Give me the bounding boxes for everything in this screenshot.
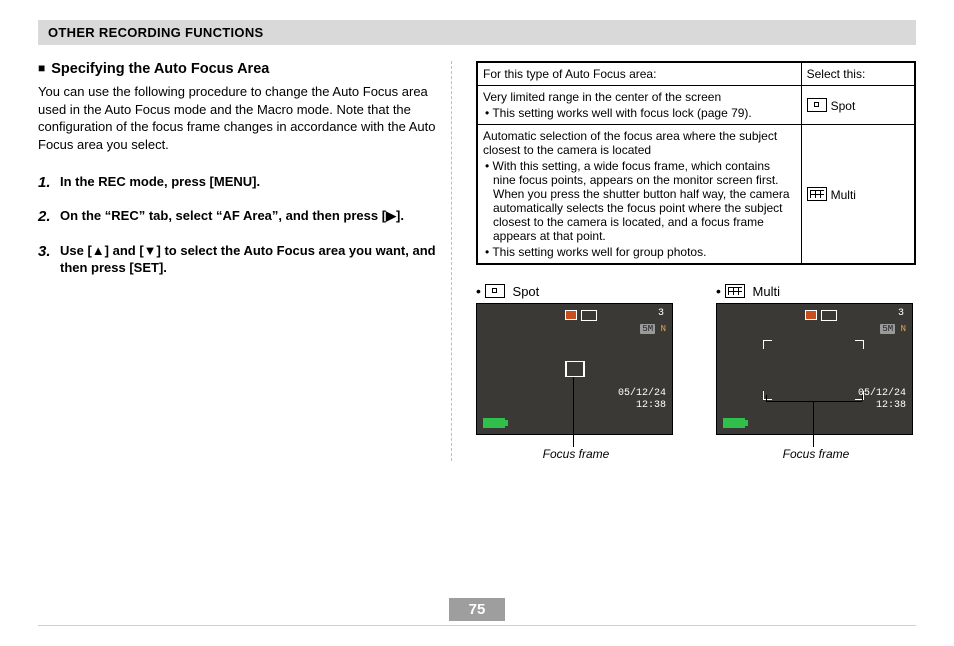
table-row: Very limited range in the center of the … xyxy=(477,86,915,125)
step-text: On the “REC” tab, select “AF Area”, and … xyxy=(60,207,443,227)
focus-frame xyxy=(565,361,585,377)
lcd-screen: 3 5M N 05/12/2412:38 xyxy=(476,303,673,435)
section-title: Specifying the Auto Focus Area xyxy=(38,61,443,77)
footer-rule xyxy=(38,625,916,626)
right-column: For this type of Auto Focus area: Select… xyxy=(472,61,916,461)
table-header-left: For this type of Auto Focus area: xyxy=(477,62,801,86)
resolution-badge: 5M N xyxy=(640,324,666,334)
row-bullet: • This setting works well for group phot… xyxy=(483,245,796,259)
row-bullet: • This setting works well with focus loc… xyxy=(483,106,796,120)
step-3: 3. Use [▲] and [▼] to select the Auto Fo… xyxy=(38,242,443,277)
focus-corner xyxy=(855,340,864,349)
focus-caption: Focus frame xyxy=(476,447,676,461)
shot-count: 3 xyxy=(898,308,904,319)
step-number: 2. xyxy=(38,207,60,227)
battery-icon xyxy=(723,418,745,428)
table-header-right: Select this: xyxy=(801,62,915,86)
select-label: Multi xyxy=(831,188,856,202)
af-area-table: For this type of Auto Focus area: Select… xyxy=(476,61,916,265)
pointer-line xyxy=(573,377,574,447)
page-header: OTHER RECORDING FUNCTIONS xyxy=(38,20,916,45)
shot-count: 3 xyxy=(658,308,664,319)
steps-list: 1. In the REC mode, press [MENU]. 2. On … xyxy=(38,173,443,277)
step-number: 3. xyxy=(38,242,60,277)
battery-icon xyxy=(483,418,505,428)
focus-caption: Focus frame xyxy=(716,447,916,461)
focus-corner xyxy=(763,340,772,349)
rec-icon xyxy=(565,310,577,320)
date-time: 05/12/2412:38 xyxy=(618,388,666,412)
pointer-line xyxy=(813,401,814,447)
af-mode-icon xyxy=(821,310,837,321)
rec-icon xyxy=(805,310,817,320)
step-text: In the REC mode, press [MENU]. xyxy=(60,173,443,193)
af-mode-icon xyxy=(581,310,597,321)
step-2: 2. On the “REC” tab, select “AF Area”, a… xyxy=(38,207,443,227)
preview-multi: Multi 3 5M N 05/12/2412:38 xyxy=(716,283,916,461)
step-1: 1. In the REC mode, press [MENU]. xyxy=(38,173,443,193)
page-footer: 75 xyxy=(38,598,916,626)
resolution-badge: 5M N xyxy=(880,324,906,334)
left-column: Specifying the Auto Focus Area You can u… xyxy=(38,61,452,461)
lcd-screen: 3 5M N 05/12/2412:38 xyxy=(716,303,913,435)
row-bullet: • With this setting, a wide focus frame,… xyxy=(483,159,796,243)
preview-label: Multi xyxy=(753,284,780,299)
focus-corner xyxy=(763,391,772,400)
page-number: 75 xyxy=(449,598,506,621)
preview-label: Spot xyxy=(513,284,540,299)
pointer-line xyxy=(766,395,767,401)
spot-icon xyxy=(485,284,505,298)
pointer-line xyxy=(766,401,862,402)
multi-icon xyxy=(725,284,745,298)
step-text: Use [▲] and [▼] to select the Auto Focus… xyxy=(60,242,443,277)
preview-spot: Spot 3 5M N 05/12/2412:38 F xyxy=(476,283,676,461)
row-desc: Very limited range in the center of the … xyxy=(483,90,796,104)
multi-icon xyxy=(807,187,827,201)
row-desc: Automatic selection of the focus area wh… xyxy=(483,129,796,157)
pointer-line xyxy=(862,395,863,401)
date-time: 05/12/2412:38 xyxy=(858,388,906,412)
table-row: Automatic selection of the focus area wh… xyxy=(477,125,915,265)
select-label: Spot xyxy=(831,99,856,113)
step-number: 1. xyxy=(38,173,60,193)
preview-row: Spot 3 5M N 05/12/2412:38 F xyxy=(476,283,916,461)
intro-paragraph: You can use the following procedure to c… xyxy=(38,83,443,153)
spot-icon xyxy=(807,98,827,112)
